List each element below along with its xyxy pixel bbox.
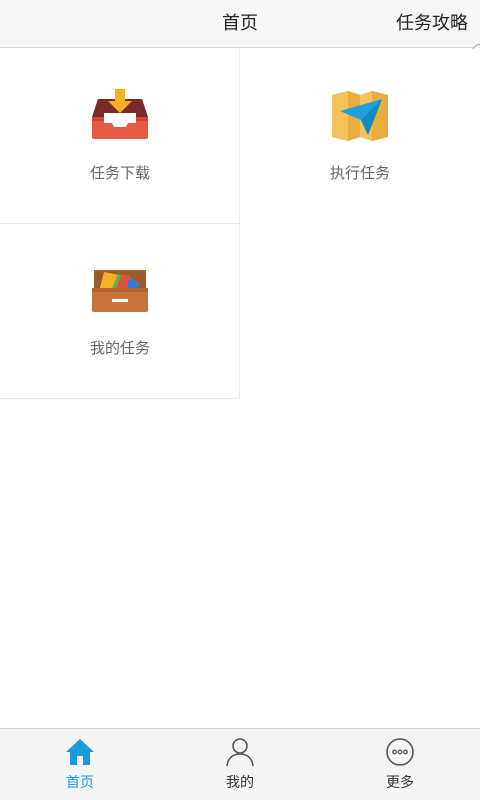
tab-home[interactable]: 首页 bbox=[0, 729, 160, 800]
app-screen: 首页 任务攻略 任务下载 执行任务 我的任务 首页 我的 更多 bbox=[0, 0, 480, 800]
task-guide-link[interactable]: 任务攻略 bbox=[396, 0, 468, 48]
more-icon bbox=[386, 738, 414, 766]
drawer-files-icon bbox=[92, 270, 148, 312]
grid-item-label: 我的任务 bbox=[89, 339, 150, 357]
grid-item-label: 执行任务 bbox=[329, 164, 390, 182]
top-navigation-bar: 首页 任务攻略 bbox=[0, 0, 480, 48]
tab-label: 我的 bbox=[226, 775, 254, 791]
function-grid: 任务下载 执行任务 我的任务 bbox=[0, 49, 480, 399]
tab-label: 首页 bbox=[66, 775, 94, 791]
home-icon bbox=[66, 739, 94, 765]
bottom-tab-bar: 首页 我的 更多 bbox=[0, 728, 480, 800]
download-tray-icon bbox=[92, 89, 148, 139]
tab-more[interactable]: 更多 bbox=[320, 729, 480, 800]
grid-item-execute-task[interactable]: 执行任务 bbox=[240, 49, 480, 224]
grid-item-my-tasks[interactable]: 我的任务 bbox=[0, 224, 240, 399]
tab-mine[interactable]: 我的 bbox=[160, 729, 320, 800]
grid-item-label: 任务下载 bbox=[89, 164, 150, 182]
tab-label: 更多 bbox=[386, 775, 414, 791]
map-navigation-icon bbox=[332, 91, 388, 141]
grid-item-task-download[interactable]: 任务下载 bbox=[0, 49, 240, 224]
user-icon bbox=[226, 738, 254, 767]
